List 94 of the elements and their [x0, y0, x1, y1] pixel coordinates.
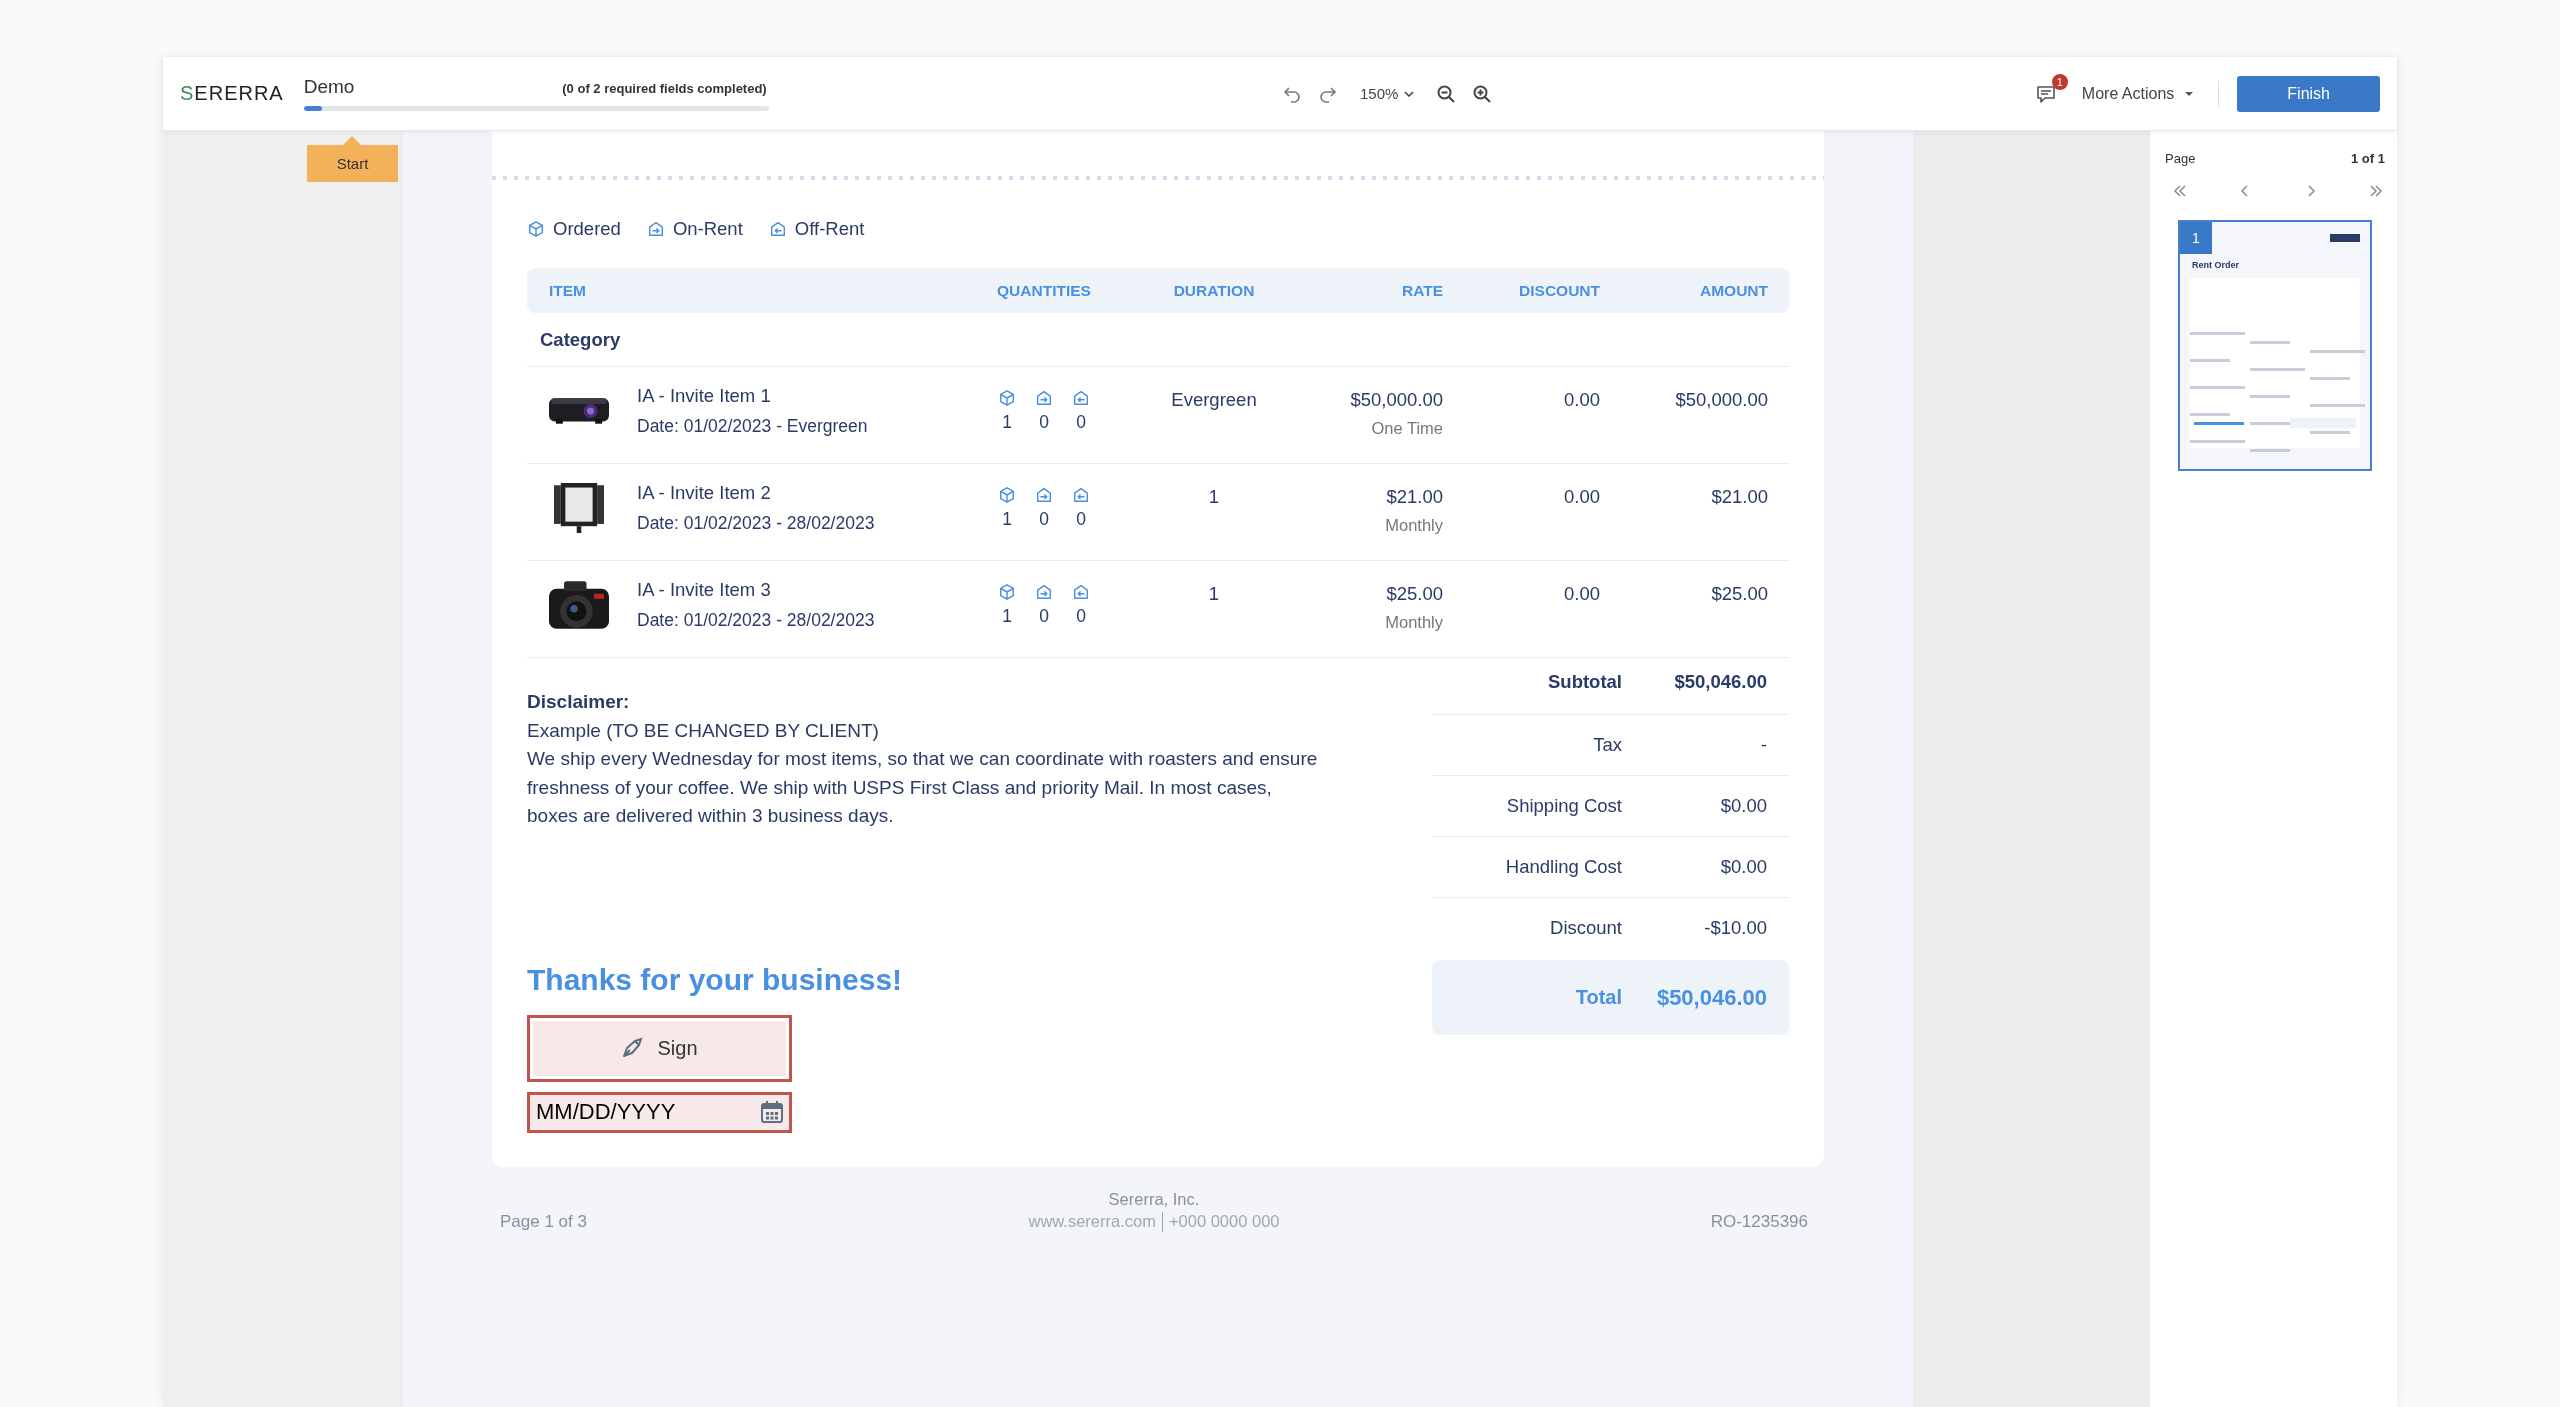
- discount-cell: 0.00: [1564, 583, 1600, 604]
- column-header: DISCOUNT: [1518, 281, 1600, 300]
- amount-cell: $21.00: [1711, 486, 1768, 507]
- item-name: IA - Invite Item 2: [637, 482, 772, 504]
- arrow-in-icon: [1035, 389, 1053, 407]
- total-label: Total: [1574, 986, 1622, 1009]
- rate-cell: $50,000.00: [1350, 389, 1443, 411]
- page-count: 1 of 1: [2351, 151, 2385, 166]
- page-thumbnail[interactable]: 1 Rent Order: [2178, 220, 2372, 471]
- column-header: AMOUNT: [1698, 281, 1768, 300]
- box-icon: [998, 583, 1016, 601]
- duration-cell: Evergreen: [1171, 389, 1257, 410]
- finish-button[interactable]: Finish: [2237, 75, 2380, 112]
- progress-text: (0 of 2 required fields completed): [562, 81, 767, 96]
- document-title: Demo: [303, 76, 355, 98]
- disclaimer-text: Example (TO BE CHANGED BY CLIENT): [527, 718, 880, 743]
- column-header: QUANTITIES: [996, 281, 1092, 300]
- caret-icon: [2184, 90, 2195, 97]
- quantity-value: 0: [1039, 412, 1049, 433]
- total-value: -$10.00: [1704, 917, 1767, 939]
- arrow-in-icon: [1035, 486, 1053, 504]
- total-label: Tax: [1592, 734, 1622, 756]
- more-actions-dropdown[interactable]: More Actions: [2075, 83, 2201, 104]
- column-header: RATE: [1400, 281, 1443, 300]
- box-icon: [998, 486, 1016, 504]
- quantity-value: 1: [1002, 412, 1012, 433]
- column-header: DURATION: [1172, 281, 1256, 300]
- rate-cell: $21.00: [1386, 486, 1443, 508]
- sign-button[interactable]: Sign: [527, 1014, 792, 1082]
- order-number: RO-1235396: [1709, 1211, 1808, 1232]
- arrow-out-icon: [1072, 389, 1090, 407]
- page-number: Page 1 of 3: [500, 1211, 588, 1232]
- arrow-in-icon: [646, 220, 665, 238]
- legend-label: On-Rent: [672, 218, 743, 240]
- total-label: Handling Cost: [1504, 856, 1622, 878]
- category-label: Category: [540, 328, 621, 351]
- phone-number: +000 0000 000: [1168, 1212, 1280, 1231]
- rate-period: Monthly: [1385, 516, 1443, 535]
- quantity-value: 1: [1002, 509, 1012, 530]
- pen-icon: [621, 1037, 644, 1059]
- total-value: $0.00: [1720, 795, 1767, 817]
- box-icon: [527, 220, 545, 238]
- notification-badge: 1: [2051, 73, 2068, 90]
- disclaimer-title: Disclaimer:: [527, 690, 631, 714]
- quantity-value: 0: [1076, 412, 1086, 433]
- date-field[interactable]: MM/DD/YYYY: [527, 1091, 792, 1133]
- arrow-out-icon: [1072, 583, 1090, 601]
- quantity-value: 0: [1076, 606, 1086, 627]
- discount-cell: 0.00: [1564, 486, 1600, 507]
- rate-cell: $25.00: [1386, 583, 1443, 605]
- total-label: Discount: [1549, 917, 1622, 939]
- duration-cell: 1: [1208, 583, 1220, 604]
- page-label: Page: [2165, 151, 2196, 166]
- rate-period: Monthly: [1385, 613, 1443, 632]
- total-label: Subtotal: [1547, 671, 1622, 693]
- box-icon: [998, 389, 1016, 407]
- total-value: $50,046.00: [1656, 984, 1767, 1011]
- zoom-dropdown[interactable]: 150%: [1352, 83, 1423, 104]
- item-name: IA - Invite Item 3: [637, 579, 772, 601]
- arrow-in-icon: [1035, 583, 1053, 601]
- item-date: Date: 01/02/2023 - Evergreen: [637, 416, 868, 437]
- discount-cell: 0.00: [1564, 389, 1600, 410]
- total-value: -: [1760, 734, 1767, 756]
- legend-label: Off-Rent: [794, 218, 865, 240]
- disclaimer-text: We ship every Wednesday for most items, so that we can coordinate with roasters and ensure freshness of your coffee. We ship with USPS First Class and priority Mail. In most cases, boxes are delivered within 3 business days.: [527, 747, 1319, 828]
- legend-label: Ordered: [553, 218, 621, 240]
- quantity-value: 1: [1002, 606, 1012, 627]
- website-text: www.sererra.com: [1028, 1212, 1156, 1231]
- total-label: Shipping Cost: [1505, 795, 1622, 817]
- quantity-value: 0: [1039, 606, 1049, 627]
- rate-period: One Time: [1371, 419, 1443, 438]
- calendar-icon: [760, 1099, 784, 1124]
- total-value: $0.00: [1720, 856, 1767, 878]
- quantity-value: 0: [1039, 509, 1049, 530]
- total-value: $50,046.00: [1674, 671, 1767, 693]
- amount-cell: $50,000.00: [1675, 389, 1768, 410]
- chevron-icon: [2173, 184, 2187, 198]
- start-tag[interactable]: Start: [307, 136, 398, 182]
- company-name: Sererra, Inc.: [1108, 1189, 1200, 1209]
- page-number-badge: 1: [2180, 222, 2212, 254]
- amount-cell: $25.00: [1711, 583, 1768, 604]
- item-date: Date: 01/02/2023 - 28/02/2023: [637, 610, 875, 631]
- item-date: Date: 01/02/2023 - 28/02/2023: [637, 513, 875, 534]
- quantity-value: 0: [1076, 509, 1086, 530]
- column-header: ITEM: [549, 281, 588, 300]
- thumbnail-title: Rent Order: [2192, 260, 2239, 270]
- chevron-icon: [2369, 184, 2383, 198]
- duration-cell: 1: [1208, 486, 1220, 507]
- arrow-out-icon: [768, 220, 787, 238]
- thanks-message: Thanks for your business!: [527, 962, 904, 997]
- logo: SERERRA: [180, 82, 284, 105]
- item-name: IA - Invite Item 1: [637, 385, 772, 407]
- arrow-out-icon: [1072, 486, 1090, 504]
- caret-icon: [1404, 90, 1415, 97]
